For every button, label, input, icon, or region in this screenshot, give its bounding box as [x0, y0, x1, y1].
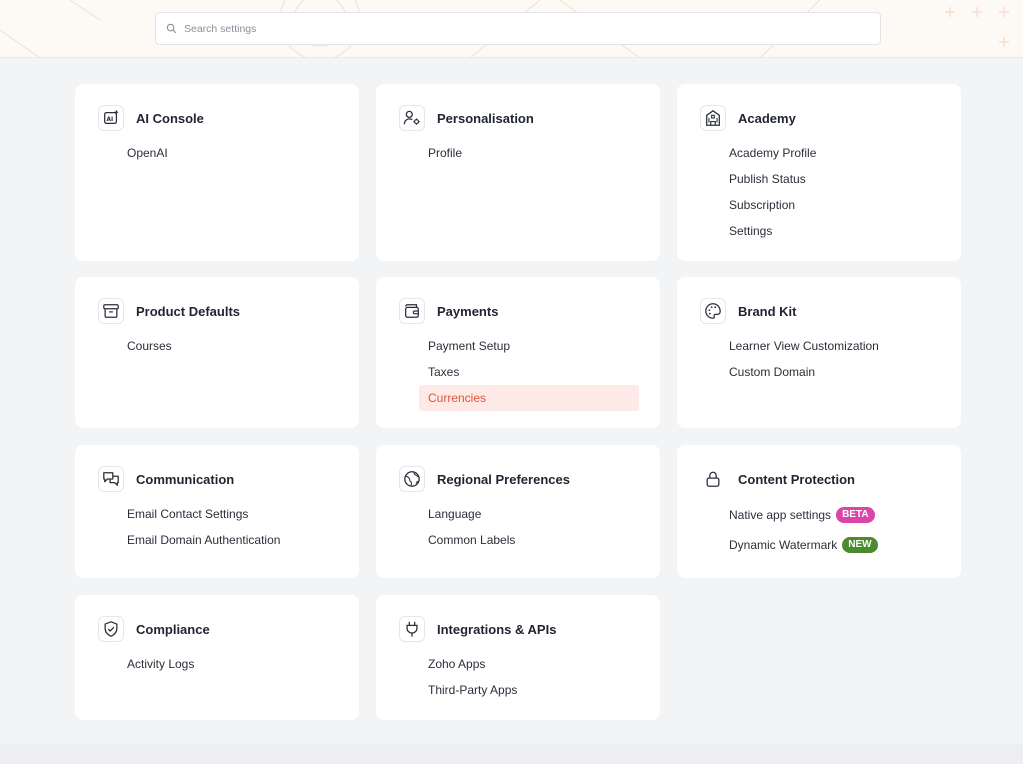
card-title: Communication: [136, 471, 235, 487]
globe-icon: [399, 466, 425, 492]
lock-icon: [700, 466, 726, 492]
link-profile[interactable]: Profile: [419, 140, 648, 166]
link-language[interactable]: Language: [419, 501, 648, 527]
card-title: Integrations & APIs: [437, 621, 557, 637]
card-academy: Academy Academy Profile Publish Status S…: [677, 84, 961, 261]
archive-box-icon: [98, 298, 124, 324]
card-title: Academy: [738, 110, 796, 126]
link-subscription[interactable]: Subscription: [720, 192, 949, 218]
link-label: Dynamic Watermark: [729, 538, 838, 552]
card-product-defaults: Product Defaults Courses: [75, 277, 359, 428]
link-custom-domain[interactable]: Custom Domain: [720, 359, 949, 385]
link-academy-profile[interactable]: Academy Profile: [720, 140, 949, 166]
wallet-icon: [399, 298, 425, 324]
search-input[interactable]: [184, 22, 864, 35]
card-title: Regional Preferences: [437, 471, 570, 487]
svg-text:AI: AI: [107, 117, 114, 123]
link-learner-view-customization[interactable]: Learner View Customization: [720, 333, 949, 359]
card-personalisation: Personalisation Profile: [376, 84, 660, 261]
card-regional-preferences: Regional Preferences Language Common Lab…: [376, 445, 660, 578]
bottom-strip: [0, 744, 1023, 764]
link-settings[interactable]: Settings: [720, 218, 949, 244]
card-integrations-apis: Integrations & APIs Zoho Apps Third-Part…: [376, 595, 660, 720]
search-icon: [166, 23, 177, 34]
link-email-domain-authentication[interactable]: Email Domain Authentication: [118, 527, 347, 553]
user-gear-icon: [399, 105, 425, 131]
link-email-contact-settings[interactable]: Email Contact Settings: [118, 501, 347, 527]
shield-check-icon: [98, 616, 124, 642]
card-ai-console: AI AI Console OpenAI: [75, 84, 359, 261]
search-box[interactable]: [155, 12, 881, 45]
link-zoho-apps[interactable]: Zoho Apps: [419, 651, 648, 677]
ai-sparkle-icon: AI: [98, 105, 124, 131]
card-content-protection: Content Protection Native app settings BE…: [677, 445, 961, 578]
link-activity-logs[interactable]: Activity Logs: [118, 651, 347, 677]
building-icon: [700, 105, 726, 131]
link-taxes[interactable]: Taxes: [419, 359, 639, 385]
card-title: Payments: [437, 303, 499, 319]
card-brand-kit: Brand Kit Learner View Customization Cus…: [677, 277, 961, 428]
card-payments: Payments Payment Setup Taxes Currencies: [376, 277, 660, 428]
link-third-party-apps[interactable]: Third-Party Apps: [419, 677, 648, 703]
link-courses[interactable]: Courses: [118, 333, 347, 359]
card-title: AI Console: [136, 110, 204, 126]
link-dynamic-watermark[interactable]: Dynamic Watermark NEW: [720, 530, 949, 560]
card-compliance: Compliance Activity Logs: [75, 595, 359, 720]
link-currencies[interactable]: Currencies: [419, 385, 639, 411]
link-native-app-settings[interactable]: Native app settings BETA: [720, 500, 949, 530]
card-communication: Communication Email Contact Settings Ema…: [75, 445, 359, 578]
link-publish-status[interactable]: Publish Status: [720, 166, 949, 192]
link-payment-setup[interactable]: Payment Setup: [419, 333, 639, 359]
new-badge: NEW: [842, 536, 878, 553]
beta-badge: BETA: [836, 506, 875, 523]
plug-icon: [399, 616, 425, 642]
card-title: Product Defaults: [136, 303, 241, 319]
card-title: Brand Kit: [738, 303, 797, 319]
link-label: Native app settings: [729, 508, 832, 522]
card-title: Compliance: [136, 621, 210, 637]
card-title: Content Protection: [738, 471, 855, 487]
header-bar: [0, 0, 1023, 58]
link-common-labels[interactable]: Common Labels: [419, 527, 648, 553]
palette-icon: [700, 298, 726, 324]
card-title: Personalisation: [437, 110, 534, 126]
link-openai[interactable]: OpenAI: [118, 140, 347, 166]
chat-bubbles-icon: [98, 466, 124, 492]
